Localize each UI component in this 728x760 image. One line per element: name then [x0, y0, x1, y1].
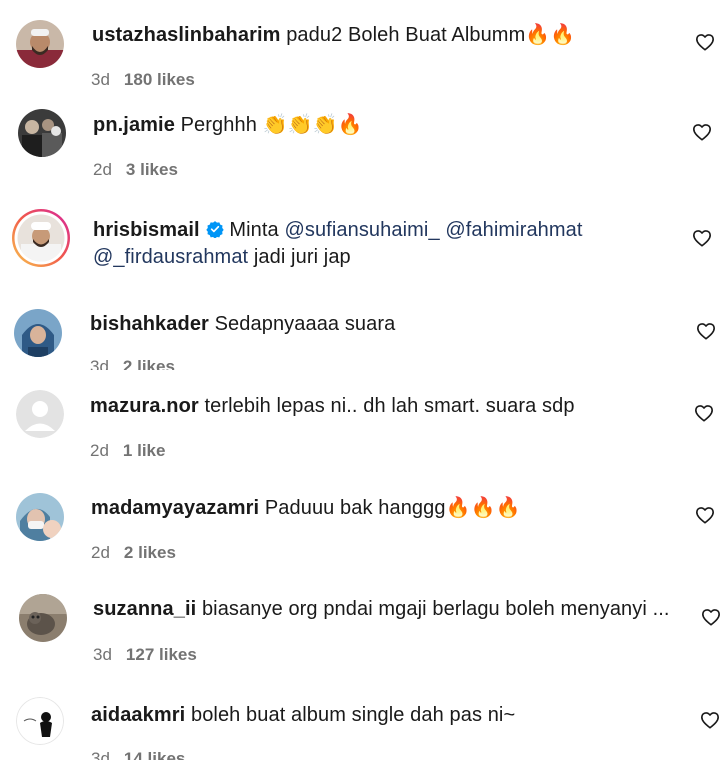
comment-text: madamyayazamri Paduuu bak hanggg🔥🔥🔥 [91, 495, 521, 522]
heart-outline-icon [694, 405, 713, 422]
comment-item: suzanna_ii biasanye org pndai mgaji berl… [0, 580, 728, 685]
comment-meta: 2d 2 likes [91, 543, 176, 563]
comment-time[interactable]: 2d [91, 543, 110, 562]
comment-item: ustazhaslinbaharim padu2 Boleh Buat Albu… [0, 0, 728, 100]
mention-link[interactable]: @fahimirahmat [445, 219, 582, 241]
heart-outline-icon [696, 323, 715, 340]
comment-time[interactable]: 3d [91, 749, 110, 760]
comment-time[interactable]: 3d [91, 70, 110, 89]
heart-outline-icon [692, 124, 711, 141]
comment-time[interactable]: 2d [93, 160, 112, 179]
comment-body: Paduuu bak hanggg🔥🔥🔥 [264, 497, 521, 519]
verified-badge-icon [206, 219, 224, 239]
like-button[interactable] [692, 123, 712, 141]
comment-likes[interactable]: 127 likes [126, 645, 197, 664]
mention-link[interactable]: @sufiansuhaimi_ [284, 219, 439, 241]
comment-username[interactable]: hrisbismail [93, 219, 200, 241]
comment-text: mazura.nor terlebih lepas ni.. dh lah sm… [90, 393, 575, 420]
comment-meta: 3d 2 likes [90, 357, 175, 370]
comment-likes[interactable]: 2 likes [124, 543, 176, 562]
mention-link[interactable]: @_firdausrahmat [93, 246, 248, 268]
comment-text: pn.jamie Perghhh 👏👏👏🔥 [93, 112, 363, 139]
comment-item: pn.jamie Perghhh 👏👏👏🔥 2d 3 likes [0, 100, 728, 200]
heart-outline-icon [700, 712, 719, 729]
comment-item: aidaakmri boleh buat album single dah pa… [0, 685, 728, 760]
comment-likes[interactable]: 1 like [123, 441, 166, 460]
comment-text: bishahkader Sedapnyaaaa suara [90, 311, 395, 338]
comment-item: bishahkader Sedapnyaaaa suara 3d 2 likes [0, 295, 728, 370]
comment-text: aidaakmri boleh buat album single dah pa… [91, 702, 515, 729]
comment-body: boleh buat album single dah pas ni~ [190, 704, 516, 726]
heart-outline-icon [695, 507, 714, 524]
comment-username[interactable]: ustazhaslinbaharim [92, 24, 281, 46]
comment-text: hrisbismail Minta @sufiansuhaimi_ @fahim… [93, 217, 583, 244]
avatar-default[interactable] [16, 390, 64, 438]
comment-meta: 2d 1 like [90, 441, 165, 461]
comment-username[interactable]: aidaakmri [91, 704, 185, 726]
like-button[interactable] [692, 229, 712, 247]
comment-meta: 3d 127 likes [93, 645, 197, 665]
comment-meta: 3d 14 likes [91, 749, 185, 760]
comment-body: Sedapnyaaaa suara [214, 313, 396, 335]
default-avatar-icon [16, 390, 64, 438]
comment-likes[interactable]: 180 likes [124, 70, 195, 89]
avatar-story-ring[interactable] [11, 208, 71, 268]
comment-time[interactable]: 3d [90, 357, 109, 370]
comment-time[interactable]: 2d [90, 441, 109, 460]
comment-likes[interactable]: 3 likes [126, 160, 178, 179]
comment-meta: 2d 3 likes [93, 160, 178, 180]
comment-item: madamyayazamri Paduuu bak hanggg🔥🔥🔥 2d 2 … [0, 480, 728, 580]
comment-likes[interactable]: 2 likes [123, 357, 175, 370]
like-button[interactable] [700, 711, 720, 729]
like-button[interactable] [701, 608, 721, 626]
meta-clip: 3d 14 likes [0, 745, 728, 760]
comment-item: hrisbismail Minta @sufiansuhaimi_ @fahim… [0, 200, 728, 295]
heart-outline-icon [701, 609, 720, 626]
heart-outline-icon [692, 230, 711, 247]
comment-likes[interactable]: 14 likes [124, 749, 185, 760]
avatar[interactable] [16, 493, 64, 541]
like-button[interactable] [696, 322, 716, 340]
avatar[interactable] [18, 109, 66, 157]
comment-text: suzanna_ii biasanye org pndai mgaji berl… [93, 596, 670, 623]
like-button[interactable] [695, 33, 715, 51]
heart-outline-icon [695, 34, 714, 51]
comment-text: ustazhaslinbaharim padu2 Boleh Buat Albu… [92, 22, 575, 49]
avatar[interactable] [19, 594, 67, 642]
comment-body: biasanye org pndai mgaji berlagu boleh m… [201, 598, 670, 620]
comment-username[interactable]: bishahkader [90, 313, 209, 335]
avatar[interactable] [14, 309, 62, 357]
comment-username[interactable]: pn.jamie [93, 114, 175, 136]
comment-text-line-2: @_firdausrahmat jadi juri jap [93, 244, 351, 271]
comment-username[interactable]: suzanna_ii [93, 598, 196, 620]
comment-body: jadi juri jap [248, 246, 351, 268]
like-button[interactable] [695, 506, 715, 524]
comment-body: Perghhh 👏👏👏🔥 [180, 114, 363, 136]
avatar[interactable] [16, 697, 64, 745]
comment-body: padu2 Boleh Buat Albumm🔥🔥 [286, 24, 576, 46]
comment-username[interactable]: madamyayazamri [91, 497, 259, 519]
comment-username[interactable]: mazura.nor [90, 395, 199, 417]
like-button[interactable] [694, 404, 714, 422]
comment-body: Minta [229, 219, 285, 241]
comment-item: mazura.nor terlebih lepas ni.. dh lah sm… [0, 375, 728, 480]
meta-clip: 3d 2 likes [0, 353, 728, 370]
comment-body: terlebih lepas ni.. dh lah smart. suara … [204, 395, 575, 417]
comment-time[interactable]: 3d [93, 645, 112, 664]
comments-list: ustazhaslinbaharim padu2 Boleh Buat Albu… [0, 0, 728, 760]
avatar[interactable] [16, 20, 64, 68]
comment-meta: 3d 180 likes [91, 70, 195, 90]
